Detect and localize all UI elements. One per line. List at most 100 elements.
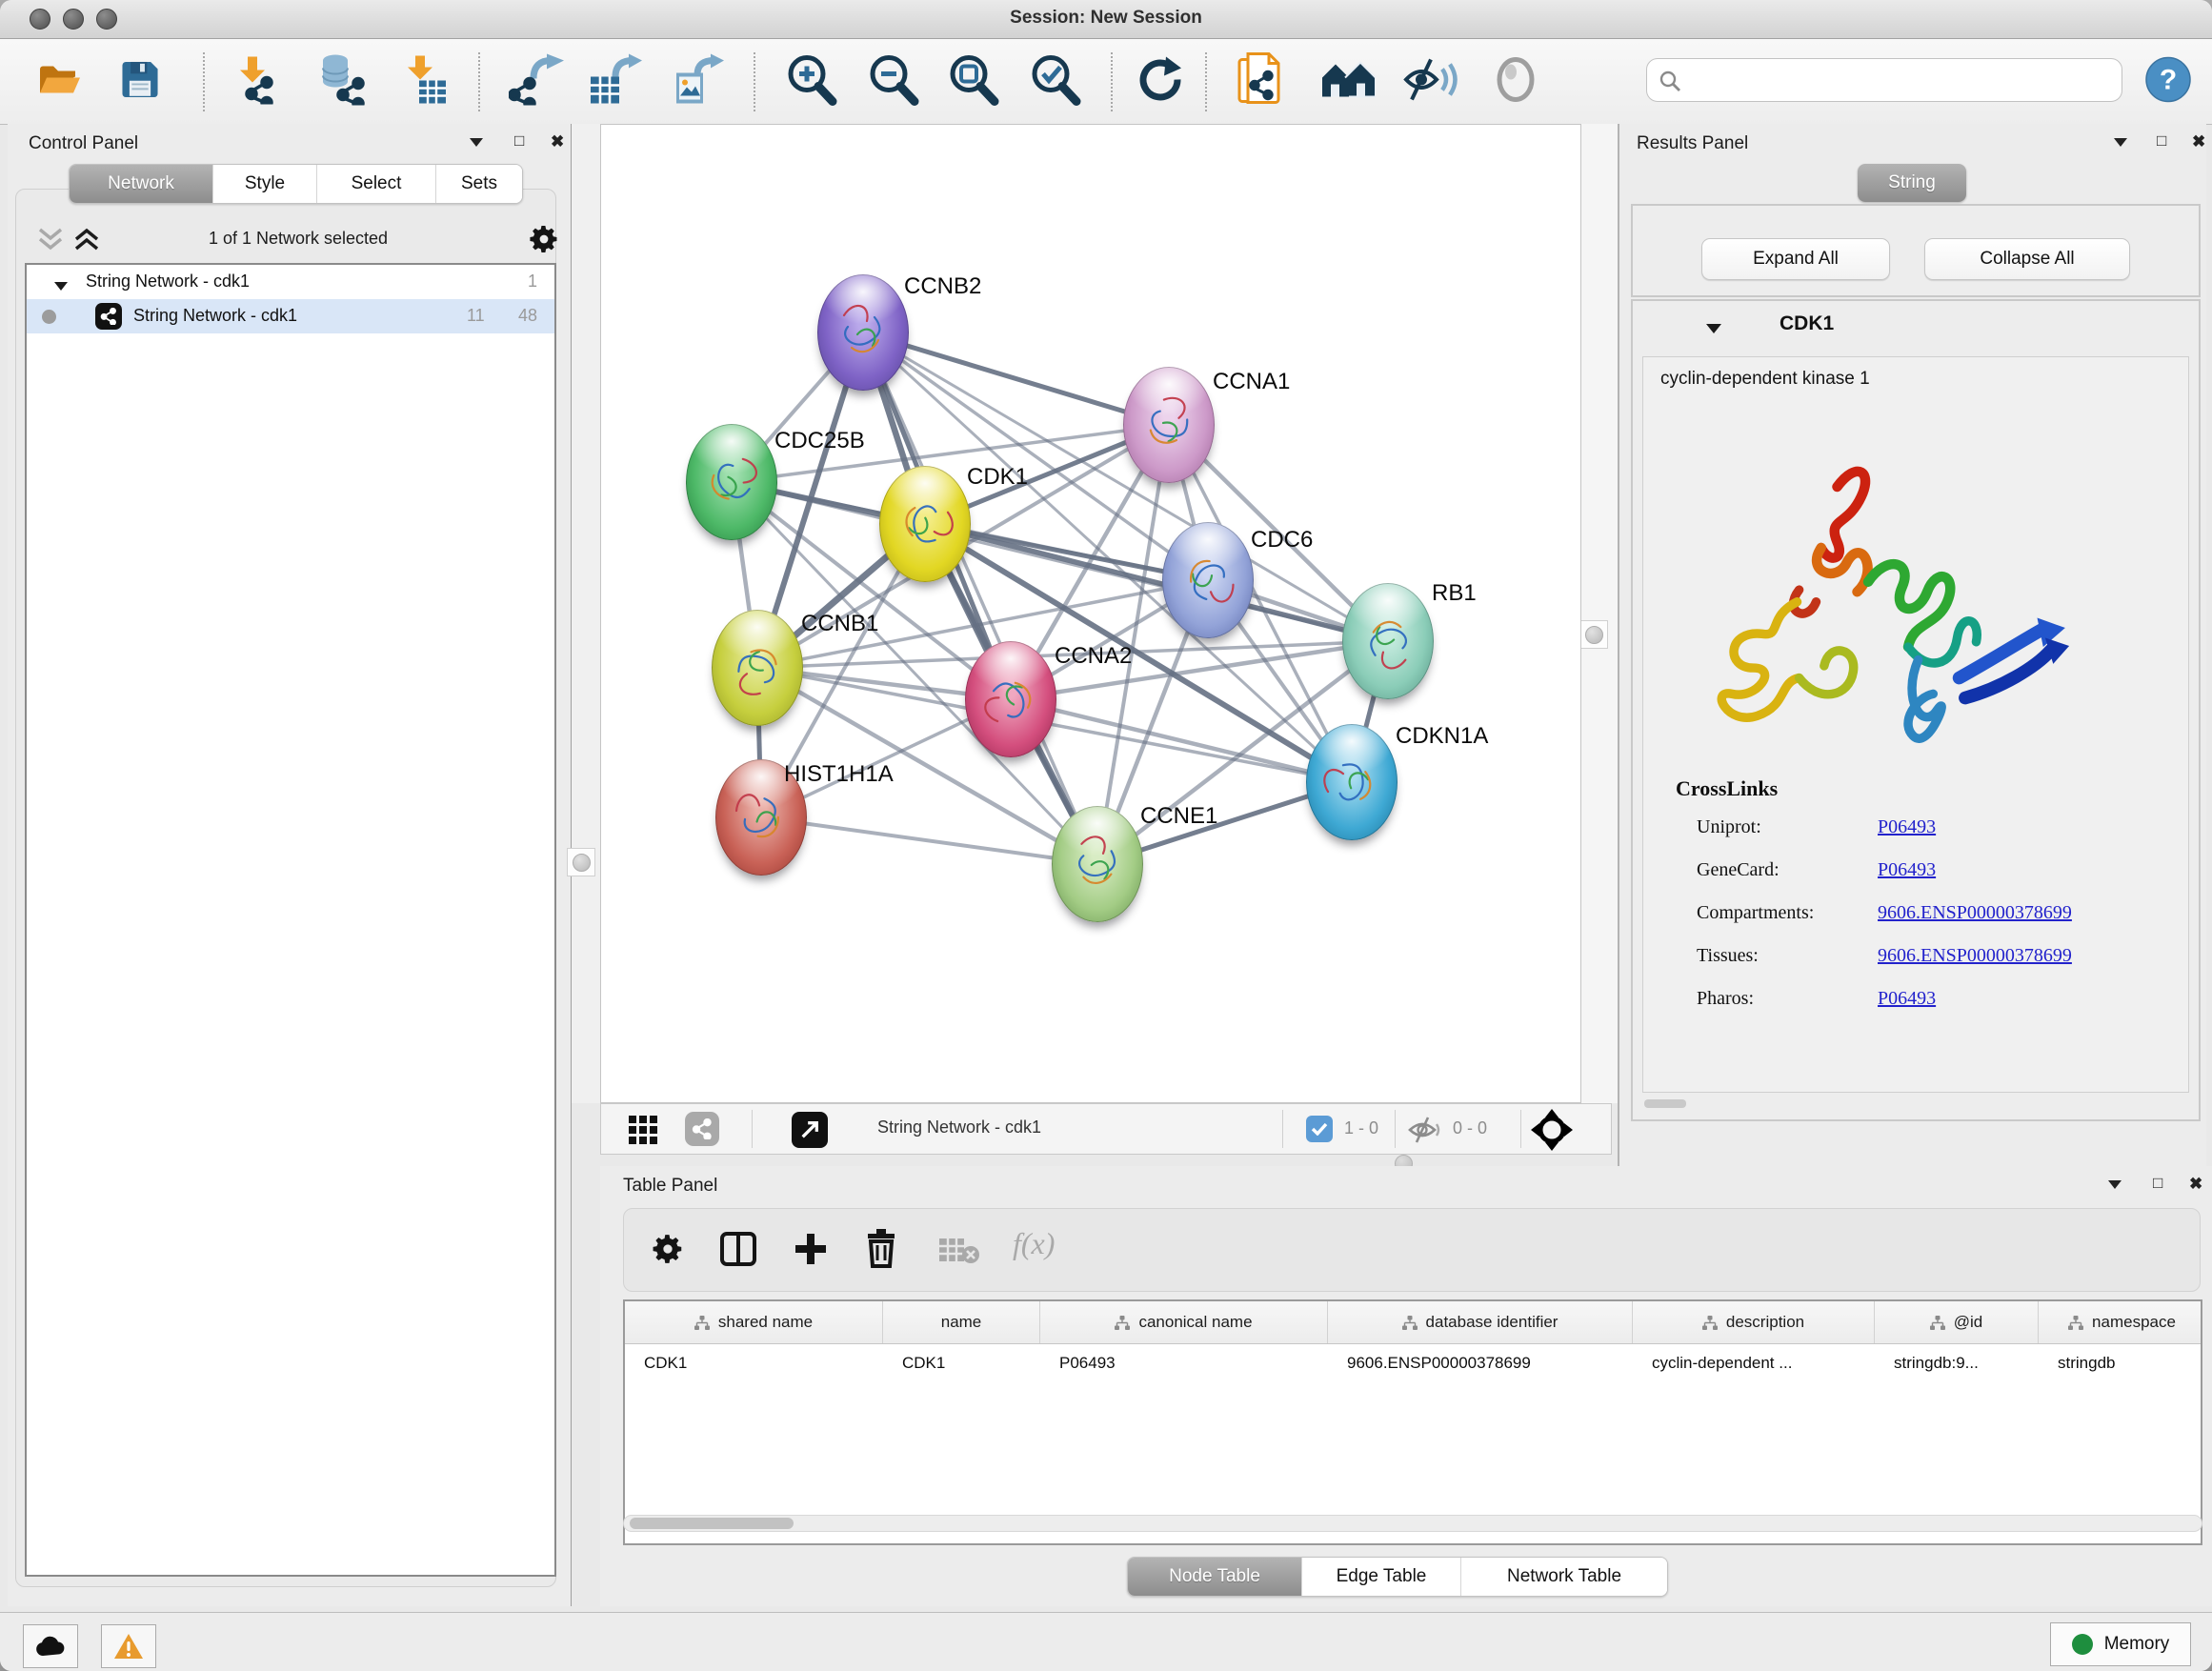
- network-node-ccna1[interactable]: [1123, 367, 1215, 483]
- network-overview-homes-icon[interactable]: [1320, 58, 1376, 105]
- document-network-icon[interactable]: [1237, 51, 1290, 111]
- column-header--id[interactable]: @id: [1875, 1301, 2039, 1343]
- zoom-out-icon[interactable]: [865, 51, 920, 111]
- zoom-selected-icon[interactable]: [1027, 51, 1082, 111]
- zoom-fit-icon[interactable]: [945, 51, 1000, 111]
- selected-checkbox[interactable]: [1306, 1116, 1333, 1142]
- import-network-from-database-icon[interactable]: [314, 53, 368, 110]
- eye-icon[interactable]: [1491, 55, 1540, 108]
- splitter-handle[interactable]: [1579, 620, 1608, 649]
- table-settings-gear-icon[interactable]: [651, 1232, 685, 1271]
- panel-menu-icon[interactable]: [469, 135, 484, 152]
- vertical-splitter-left[interactable]: [572, 124, 600, 1103]
- panel-float-icon[interactable]: □: [2153, 1174, 2162, 1193]
- column-header-namespace[interactable]: namespace: [2039, 1301, 2202, 1343]
- column-label: namespace: [2092, 1313, 2176, 1332]
- fit-content-crosshair-icon[interactable]: [1531, 1109, 1573, 1156]
- crosslink-link[interactable]: P06493: [1878, 816, 1936, 838]
- crosslink-link[interactable]: P06493: [1878, 988, 1936, 1010]
- column-header-name[interactable]: name: [883, 1301, 1040, 1343]
- expand-all-networks-icon[interactable]: [72, 227, 101, 256]
- table-row[interactable]: CDK1CDK1P064939606.ENSP00000378699cyclin…: [625, 1344, 2201, 1382]
- network-node-ccna2[interactable]: [965, 641, 1056, 757]
- network-node-ccne1[interactable]: [1052, 806, 1143, 922]
- section-collapse-icon[interactable]: [1705, 322, 1722, 339]
- table-hscroll-thumb[interactable]: [630, 1518, 794, 1529]
- network-node-ccnb1[interactable]: [712, 610, 803, 726]
- collapse-all-button[interactable]: Collapse All: [1924, 238, 2130, 280]
- delete-column-trash-icon[interactable]: [864, 1228, 898, 1273]
- export-table-icon[interactable]: [587, 53, 642, 110]
- grid-view-icon[interactable]: [628, 1115, 658, 1150]
- network-node-cdkn1a[interactable]: [1306, 724, 1398, 840]
- panel-float-icon[interactable]: □: [2157, 131, 2166, 151]
- zoom-in-icon[interactable]: [783, 51, 838, 111]
- crosslink-row: Compartments:9606.ENSP00000378699: [1643, 902, 2189, 945]
- panel-menu-icon[interactable]: [2107, 1178, 2122, 1195]
- tab-network[interactable]: Network: [70, 165, 213, 203]
- panel-menu-icon[interactable]: [2113, 135, 2128, 152]
- network-node-cdc25b[interactable]: [686, 424, 777, 540]
- import-network-icon[interactable]: [232, 54, 282, 109]
- panel-close-icon[interactable]: ✖: [551, 132, 564, 151]
- save-session-icon[interactable]: [120, 59, 160, 104]
- column-header-database-identifier[interactable]: database identifier: [1328, 1301, 1633, 1343]
- network-tree-root-row[interactable]: String Network - cdk1 1: [27, 265, 554, 299]
- panel-close-icon[interactable]: ✖: [2192, 132, 2205, 151]
- crosslink-row: Uniprot:P06493: [1643, 816, 2189, 859]
- column-type-icon: [1930, 1316, 1945, 1330]
- string-view-icon[interactable]: [685, 1112, 719, 1146]
- hidden-eye-icon[interactable]: [1407, 1116, 1441, 1149]
- tab-style[interactable]: Style: [213, 165, 317, 203]
- search-field[interactable]: [1646, 58, 2122, 102]
- collapse-all-networks-icon[interactable]: [36, 227, 65, 256]
- tab-node-table[interactable]: Node Table: [1128, 1558, 1302, 1596]
- refresh-icon[interactable]: [1134, 54, 1185, 109]
- export-network-icon[interactable]: [509, 53, 564, 110]
- expand-all-button[interactable]: Expand All: [1701, 238, 1890, 280]
- column-header-description[interactable]: description: [1633, 1301, 1875, 1343]
- toolbar-separator: [1395, 1110, 1396, 1148]
- function-builder-icon[interactable]: f(x): [1013, 1226, 1055, 1261]
- import-table-icon[interactable]: [404, 53, 450, 110]
- node-label: CDC25B: [774, 428, 865, 454]
- hide-unhide-icon[interactable]: [1402, 55, 1458, 108]
- add-column-icon[interactable]: [794, 1232, 828, 1271]
- cloud-button[interactable]: [23, 1624, 78, 1668]
- crosslink-link[interactable]: 9606.ENSP00000378699: [1878, 902, 2072, 924]
- crosslink-link[interactable]: P06493: [1878, 859, 1936, 881]
- splitter-handle[interactable]: [567, 848, 595, 876]
- network-node-ccnb2[interactable]: [817, 274, 909, 391]
- vertical-splitter-right[interactable]: [1581, 124, 1618, 1103]
- table-hscrollbar[interactable]: [623, 1515, 2202, 1532]
- help-icon[interactable]: ?: [2145, 56, 2191, 107]
- network-view-canvas[interactable]: CCNB2 CCNA1 CDC25B CDK1: [600, 124, 1581, 1103]
- open-view-icon[interactable]: [792, 1112, 828, 1148]
- tab-select[interactable]: Select: [317, 165, 436, 203]
- panel-float-icon[interactable]: □: [514, 131, 524, 151]
- delete-table-icon[interactable]: [938, 1236, 980, 1271]
- select-columns-icon[interactable]: [719, 1230, 757, 1273]
- memory-button[interactable]: Memory: [2050, 1622, 2191, 1666]
- results-hscroll-thumb[interactable]: [1644, 1099, 1686, 1108]
- tab-sets[interactable]: Sets: [436, 165, 522, 203]
- network-node-cdk1[interactable]: [879, 466, 971, 582]
- network-node-rb1[interactable]: [1342, 583, 1434, 699]
- export-image-icon[interactable]: [671, 53, 724, 110]
- tab-edge-table[interactable]: Edge Table: [1302, 1558, 1461, 1596]
- warning-button[interactable]: [101, 1624, 156, 1668]
- crosslinks-list: Uniprot:P06493GeneCard:P06493Compartment…: [1643, 816, 2189, 1031]
- tab-network-table[interactable]: Network Table: [1461, 1558, 1667, 1596]
- open-session-icon[interactable]: [36, 61, 82, 102]
- column-header-canonical-name[interactable]: canonical name: [1040, 1301, 1328, 1343]
- column-header-shared-name[interactable]: shared name: [625, 1301, 883, 1343]
- panel-close-icon[interactable]: ✖: [2189, 1175, 2202, 1194]
- tree-expand-icon[interactable]: [53, 276, 69, 296]
- tab-string[interactable]: String: [1858, 164, 1966, 202]
- string-network-icon: [95, 303, 122, 330]
- crosslink-link[interactable]: 9606.ENSP00000378699: [1878, 945, 2072, 967]
- network-node-cdc6[interactable]: [1162, 522, 1254, 638]
- search-input[interactable]: [1689, 63, 2112, 97]
- network-tree-item-selected[interactable]: String Network - cdk1 11 48: [27, 299, 554, 333]
- network-options-gear-icon[interactable]: [528, 223, 560, 260]
